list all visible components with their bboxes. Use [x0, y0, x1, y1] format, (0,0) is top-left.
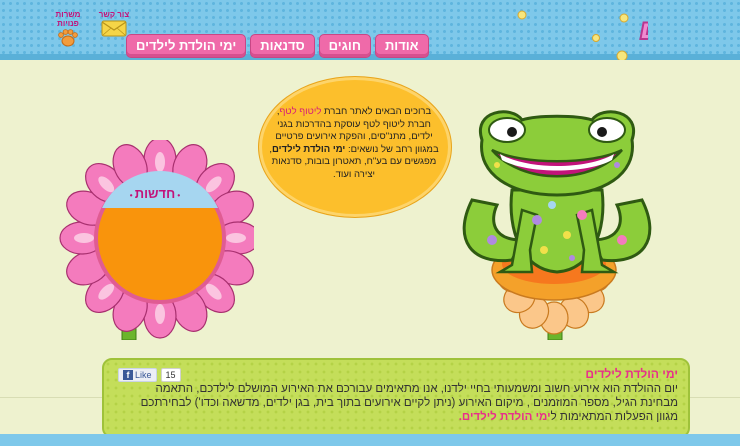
birthday-highlight: ימי הולדת לילדים — [272, 143, 346, 155]
birthdays-link[interactable]: ימי הולדת לילדים. — [459, 411, 551, 423]
info-text: יום ההולדת הוא אירוע חשוב ומשמעותי בחיי … — [118, 382, 678, 424]
jobs-label: משרות פנויות — [55, 10, 81, 28]
brand-link[interactable]: ליטוף לטף — [279, 106, 321, 117]
jobs-link[interactable]: משרות פנויות — [50, 10, 86, 48]
welcome-intro: ברוכים הבאים לאתר חברת — [324, 106, 432, 117]
frog-graphic — [462, 110, 652, 341]
envelope-icon — [101, 20, 127, 37]
header: ליטוף לטף אודות חוגים סדנאות ימי הולדת ל… — [0, 0, 740, 62]
utility-links: משרות פנויות צור קשר — [50, 10, 132, 48]
nav-classes[interactable]: חוגים — [318, 34, 371, 58]
birthdays-info-box: f Like 15 ימי הולדת לילדים יום ההולדת הו… — [102, 358, 690, 438]
site-logo[interactable]: ליטוף לטף — [408, 2, 740, 64]
nav-about[interactable]: אודות — [374, 34, 429, 58]
news-label: חדשות — [134, 186, 176, 201]
main-nav: אודות חוגים סדנאות ימי הולדת לילדים — [126, 34, 429, 58]
fb-like-label: Like — [135, 370, 152, 380]
flower-graphic — [59, 137, 261, 341]
info-title[interactable]: ימי הולדת לילדים — [585, 367, 678, 381]
news-title[interactable]: • חדשות • — [120, 186, 190, 201]
paw-icon — [58, 29, 78, 47]
nav-birthdays[interactable]: ימי הולדת לילדים — [126, 34, 247, 58]
news-dot-right: • — [175, 191, 181, 200]
facebook-icon: f — [123, 370, 133, 380]
welcome-text: ברוכים הבאים לאתר חברת ליטוף לטף, חברת ל… — [268, 106, 440, 181]
nav-workshops[interactable]: סדנאות — [250, 34, 315, 58]
footer-bar — [0, 434, 740, 446]
logo-graphic: ליטוף לטף — [517, 9, 740, 62]
logo-text: ליטוף לטף — [638, 10, 648, 57]
fb-like-count: 15 — [160, 368, 181, 382]
fb-like-button[interactable]: f Like — [118, 368, 157, 382]
frog-mascot — [452, 90, 662, 341]
news-flower — [58, 137, 261, 341]
contact-label: צור קשר — [98, 10, 130, 19]
facebook-like-widget[interactable]: f Like 15 — [118, 368, 181, 382]
info-body: יום ההולדת הוא אירוע חשוב ומשמעותי בחיי … — [140, 383, 678, 423]
contact-link[interactable]: צור קשר — [96, 10, 132, 48]
